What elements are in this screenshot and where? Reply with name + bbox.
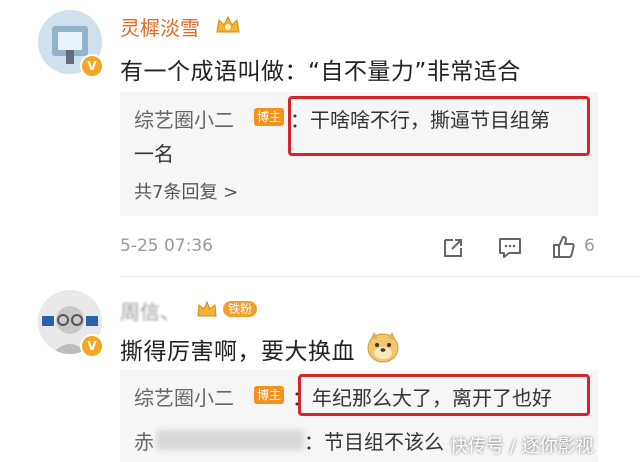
crown-icon <box>197 300 217 316</box>
comment-icon[interactable] <box>497 236 523 260</box>
reply-text: ：干啥啥不行，撕逼节目组第 <box>290 108 550 132</box>
author-badge: 博主 <box>254 108 285 126</box>
divider <box>120 276 640 277</box>
verified-icon: V <box>80 334 104 358</box>
comment-text: 撕得厉害啊，要大换血 <box>120 339 355 365</box>
share-icon[interactable] <box>441 236 465 260</box>
crown-icon <box>216 15 240 33</box>
fan-badge: 铁粉 <box>196 298 258 318</box>
username[interactable]: 周信、 <box>120 296 180 325</box>
author-badge: 博主 <box>254 386 285 404</box>
more-replies-link[interactable]: 共7条回复 > <box>134 178 238 204</box>
timestamp: 5-25 07:36 <box>120 236 213 256</box>
doge-emoji-icon <box>367 332 399 363</box>
like-icon[interactable] <box>551 234 577 260</box>
reply-author[interactable]: 综艺圈小二 <box>134 104 234 133</box>
watermark: 快传号 / 逐你影视 <box>450 436 594 457</box>
fan-badge-label: 铁粉 <box>223 301 258 317</box>
comment-text: 有一个成语叫做：“自不量力”非常适合 <box>120 59 521 85</box>
reply-author[interactable]: 综艺圈小二 <box>134 382 234 411</box>
verified-icon: V <box>80 54 104 78</box>
comment-1: V 灵樨淡雪 有一个成语叫做：“自不量力”非常适合 综艺圈小二 博主 ：干啥啥不… <box>0 0 640 270</box>
reply-box[interactable]: 综艺圈小二 博主 ：干啥啥不行，撕逼节目组第 一名 共7条回复 > <box>120 92 598 216</box>
reply2-text: ：节目组不该么 <box>304 430 444 454</box>
like-count: 6 <box>584 236 595 256</box>
reply-text-continued: 一名 <box>134 142 174 166</box>
reply-text: ：年纪那么大了，离开了也好 <box>292 386 552 410</box>
reply2-author-blurred <box>156 430 304 450</box>
reply2-author-prefix[interactable]: 赤 <box>134 426 154 455</box>
username[interactable]: 灵樨淡雪 <box>120 12 200 41</box>
